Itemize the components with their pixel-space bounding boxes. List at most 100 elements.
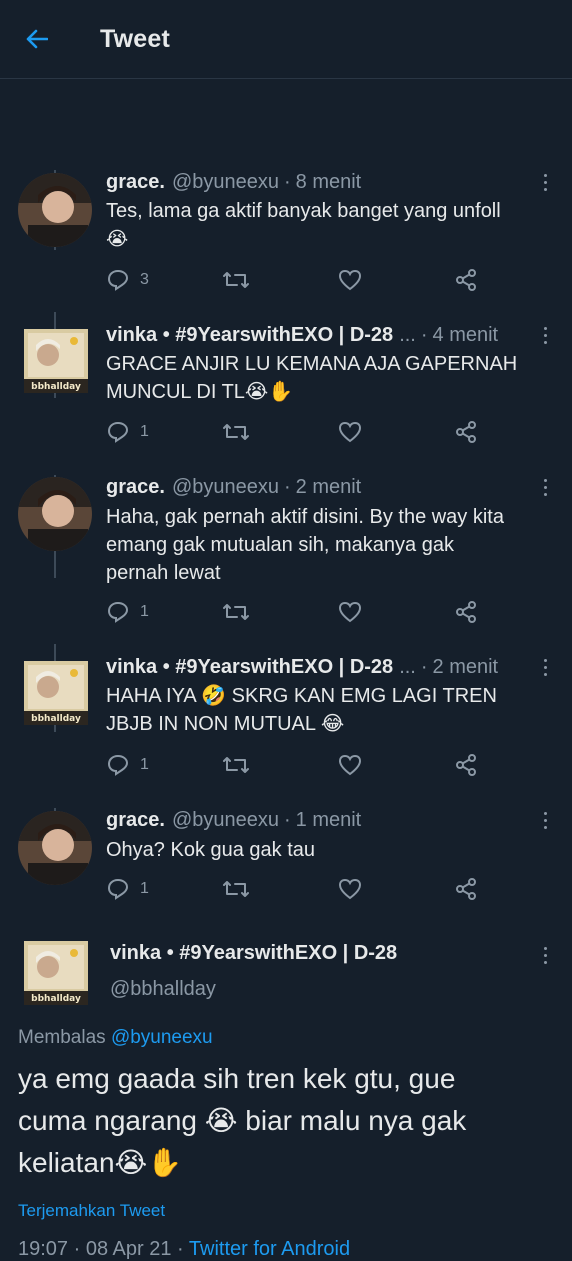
display-name[interactable]: vinka • #9YearswithEXO | D-28 — [106, 656, 393, 679]
timestamp[interactable]: 1 menit — [296, 809, 362, 832]
avatar-label: bbhallday — [31, 714, 81, 724]
timestamp[interactable]: 4 menit — [433, 324, 499, 347]
share-icon — [456, 269, 476, 291]
retweet-button[interactable] — [222, 754, 250, 776]
like-button[interactable] — [338, 601, 362, 623]
reply-icon — [107, 601, 129, 623]
top-bar: Tweet — [0, 0, 572, 79]
like-button[interactable] — [338, 754, 362, 776]
heart-icon — [338, 421, 362, 443]
reply-icon — [107, 754, 129, 776]
separator-dot: · — [283, 809, 291, 831]
more-options-icon[interactable] — [544, 479, 550, 500]
avatar[interactable] — [18, 173, 92, 247]
reply-icon — [107, 878, 129, 900]
replying-mention[interactable]: @byuneexu — [111, 1027, 213, 1048]
username[interactable]: @bbhallday — [110, 978, 216, 1001]
avatar[interactable] — [18, 477, 92, 551]
separator-dot: · — [420, 656, 428, 678]
heart-icon — [338, 601, 362, 623]
text-line: Tes, lama ga aktif banyak banget yang un… — [106, 200, 501, 222]
avatar[interactable]: bbhallday — [24, 941, 88, 1005]
reply-count: 1 — [140, 423, 149, 440]
username[interactable]: @byuneexu — [172, 476, 279, 499]
retweet-button[interactable] — [222, 421, 250, 443]
separator-dot: · — [177, 1238, 184, 1260]
page-title: Tweet — [100, 24, 170, 53]
share-button[interactable] — [454, 420, 478, 444]
share-button[interactable] — [454, 600, 478, 624]
separator-dot: · — [73, 1238, 81, 1260]
share-button[interactable] — [454, 753, 478, 777]
reply-count: 1 — [140, 880, 149, 897]
reply-button[interactable]: 1 — [106, 420, 149, 444]
more-options-icon[interactable] — [544, 659, 550, 680]
username[interactable]: @byuneexu — [172, 171, 279, 194]
share-button[interactable] — [454, 877, 478, 901]
back-arrow-icon[interactable] — [26, 28, 48, 50]
source-link[interactable]: Twitter for Android — [189, 1238, 350, 1260]
like-button[interactable] — [338, 269, 362, 291]
more-options-icon[interactable] — [544, 947, 550, 968]
tweet-meta: 19:07 · 08 Apr 21 · Twitter for Android — [18, 1238, 350, 1261]
retweet-icon — [223, 757, 249, 773]
translate-link[interactable]: Terjemahkan Tweet — [18, 1201, 165, 1221]
reply-button[interactable]: 1 — [106, 877, 149, 901]
retweet-icon — [223, 272, 249, 288]
retweet-button[interactable] — [222, 269, 250, 291]
tweet-text: Haha, gak pernah aktif disini. By the wa… — [106, 503, 552, 587]
more-options-icon[interactable] — [544, 812, 550, 833]
action-bar: 3 — [106, 267, 486, 293]
reply-button[interactable]: 1 — [106, 600, 149, 624]
replying-to: Membalas @byuneexu — [18, 1027, 213, 1049]
avatar-label: bbhallday — [31, 994, 81, 1004]
text-line: emang gak mutualan sih, makanya gak — [106, 534, 454, 556]
text-line: keliatan😭✋ — [18, 1147, 183, 1178]
text-line: pernah lewat — [106, 562, 221, 584]
avatar[interactable] — [18, 811, 92, 885]
retweet-icon — [223, 881, 249, 897]
username-truncated[interactable]: ... — [399, 324, 416, 347]
reply-icon — [107, 421, 129, 443]
more-options-icon[interactable] — [544, 327, 550, 348]
display-name[interactable]: vinka • #9YearswithEXO | D-28 — [106, 324, 393, 347]
more-options-icon[interactable] — [544, 174, 550, 195]
username[interactable]: @byuneexu — [172, 809, 279, 832]
heart-icon — [338, 754, 362, 776]
timestamp[interactable]: 2 menit — [296, 476, 362, 499]
display-name[interactable]: grace. — [106, 809, 165, 832]
text-line: Ohya? Kok gua gak tau — [106, 839, 316, 861]
reply-button[interactable]: 3 — [106, 268, 149, 292]
reply-button[interactable]: 1 — [106, 753, 149, 777]
text-line: Haha, gak pernah aktif disini. By the wa… — [106, 506, 504, 528]
share-button[interactable] — [454, 268, 478, 292]
action-bar: 1 — [106, 876, 486, 902]
share-icon — [456, 878, 476, 900]
retweet-icon — [223, 424, 249, 440]
heart-icon — [338, 269, 362, 291]
timestamp[interactable]: 2 menit — [433, 656, 499, 679]
share-icon — [456, 421, 476, 443]
retweet-button[interactable] — [222, 878, 250, 900]
retweet-button[interactable] — [222, 601, 250, 623]
tweet-text: Ohya? Kok gua gak tau — [106, 836, 552, 864]
reply-count: 1 — [140, 756, 149, 773]
timestamp[interactable]: 8 menit — [296, 171, 362, 194]
reply-icon — [107, 269, 129, 291]
avatar-label: bbhallday — [31, 382, 81, 392]
text-line: ya emg gaada sih tren kek gtu, gue — [18, 1063, 456, 1094]
username-truncated[interactable]: ... — [399, 656, 416, 679]
display-name[interactable]: grace. — [106, 171, 165, 194]
separator-dot: · — [283, 476, 291, 498]
display-name[interactable]: vinka • #9YearswithEXO | D-28 — [110, 942, 397, 965]
avatar[interactable]: bbhallday — [24, 661, 88, 725]
like-button[interactable] — [338, 421, 362, 443]
like-button[interactable] — [338, 878, 362, 900]
reply-count: 1 — [140, 603, 149, 620]
avatar[interactable]: bbhallday — [24, 329, 88, 393]
tweet-text: GRACE ANJIR LU KEMANA AJA GAPERNAH MUNCU… — [106, 350, 552, 406]
text-line: 😭 — [106, 228, 129, 250]
replying-prefix: Membalas — [18, 1027, 106, 1048]
share-icon — [456, 601, 476, 623]
display-name[interactable]: grace. — [106, 476, 165, 499]
